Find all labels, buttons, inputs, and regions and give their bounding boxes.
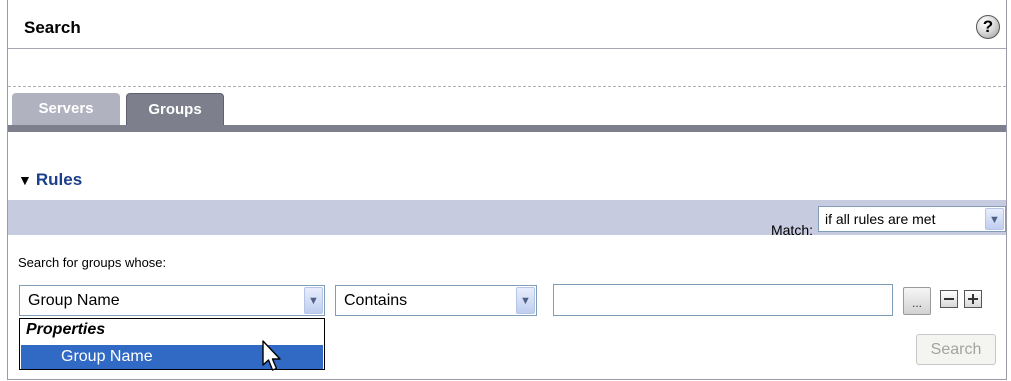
header-divider	[8, 48, 1006, 49]
match-select[interactable]: if all rules are met ▼	[818, 206, 1006, 232]
rules-subheading: Search for groups whose:	[18, 255, 167, 270]
field-select[interactable]: Group Name ▼	[19, 285, 325, 316]
chevron-down-icon[interactable]: ▼	[304, 287, 323, 314]
operator-select-value: Contains	[344, 292, 408, 309]
rules-section-toggle[interactable]: ▼ Rules	[18, 170, 82, 190]
tab-servers[interactable]: Servers	[12, 93, 120, 125]
search-button[interactable]: Search	[916, 334, 996, 365]
match-select-value: if all rules are met	[825, 211, 936, 227]
remove-rule-icon[interactable]	[940, 290, 958, 308]
operator-select[interactable]: Contains ▼	[335, 285, 537, 316]
field-select-value: Group Name	[28, 292, 120, 309]
search-panel: Search ? Servers Groups ▼ Rules Match: if…	[7, 0, 1007, 380]
mouse-pointer-icon	[262, 340, 281, 371]
rules-heading: Rules	[35, 170, 83, 189]
page-title: Search	[24, 18, 81, 37]
collapse-triangle-icon: ▼	[18, 172, 32, 188]
match-label: Match:	[770, 222, 813, 238]
chevron-down-icon[interactable]: ▼	[985, 208, 1004, 230]
dropdown-group-label: Properties	[26, 321, 106, 338]
tab-bar	[8, 125, 1006, 132]
add-rule-icon[interactable]	[964, 290, 982, 308]
browse-button[interactable]: ...	[903, 287, 931, 315]
rule-value-input[interactable]	[553, 284, 893, 316]
dashed-divider	[8, 86, 1006, 87]
help-icon[interactable]: ?	[976, 15, 1000, 39]
chevron-down-icon[interactable]: ▼	[516, 287, 535, 314]
tab-groups[interactable]: Groups	[126, 93, 224, 125]
